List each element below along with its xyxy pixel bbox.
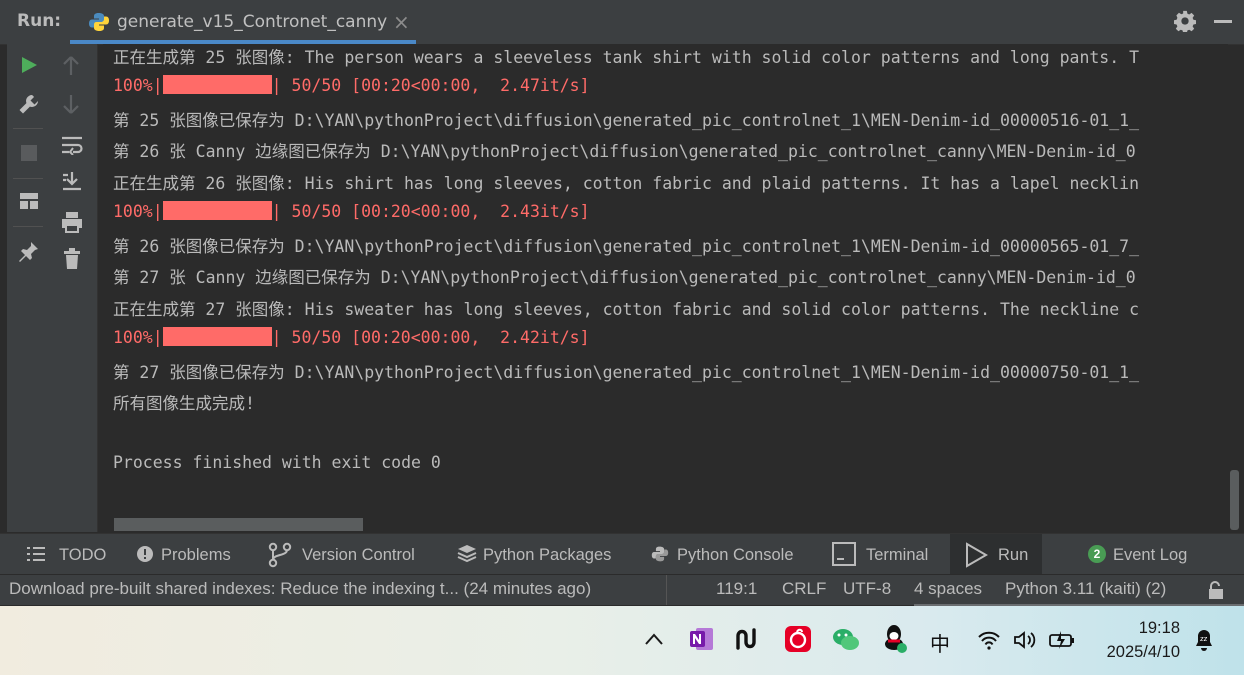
python-interpreter[interactable]: Python 3.11 (kaiti) (2): [1005, 579, 1166, 599]
progress-line: 100%| | 50/50 [00:20<00:00, 2.42it/s]: [113, 327, 590, 347]
tool-window-label: Event Log: [1113, 546, 1188, 564]
tool-window-label: TODO: [59, 546, 107, 564]
tool-window-label: Problems: [161, 546, 231, 564]
tool-window-label: Version Control: [302, 546, 415, 564]
tab-label: generate_v15_Contronet_canny: [117, 12, 388, 32]
packages-icon: [457, 545, 477, 563]
console-line: 正在生成第 25 张图像: The person wears a sleevel…: [113, 48, 1140, 67]
branch-icon: [268, 542, 292, 568]
tool-window-label: Terminal: [866, 546, 929, 564]
notification-bell-icon[interactable]: zz: [1193, 628, 1215, 652]
taskbar-date[interactable]: 2025/4/10: [1090, 643, 1180, 662]
battery-icon[interactable]: [1049, 630, 1075, 650]
terminal-icon: [832, 542, 856, 566]
toolbar-divider: [13, 128, 43, 129]
pin-icon[interactable]: [19, 241, 39, 263]
up-arrow-icon[interactable]: [62, 56, 80, 76]
console-line: Process finished with exit code 0: [113, 453, 441, 472]
horizontal-scrollbar[interactable]: [114, 518, 363, 531]
run-tool-header: Run: generate_v15_Contronet_canny ×: [0, 0, 1244, 45]
run-icon[interactable]: [20, 56, 38, 74]
lock-icon[interactable]: [1206, 580, 1226, 600]
gear-icon[interactable]: [1174, 10, 1196, 32]
console-line: 第 27 张图像已保存为 D:\YAN\pythonProject\diffus…: [113, 363, 1140, 382]
tool-window-label: Run: [998, 546, 1029, 564]
scroll-to-end-icon[interactable]: [61, 171, 83, 191]
stop-icon[interactable]: [21, 145, 37, 161]
tool-window-label: Python Console: [677, 546, 794, 564]
progress-percent: 100%|: [113, 202, 163, 221]
console-line: 第 26 张图像已保存为 D:\YAN\pythonProject\diffus…: [113, 237, 1140, 256]
windows-taskbar: 中 19:18 2025/4/10 zz: [0, 606, 1244, 675]
console-line: 第 26 张 Canny 边缘图已保存为 D:\YAN\pythonProjec…: [113, 142, 1136, 161]
progress-stats: | 50/50 [00:20<00:00, 2.47it/s]: [271, 76, 590, 95]
ime-indicator[interactable]: 中: [930, 628, 950, 657]
taskbar-time[interactable]: 19:18: [1090, 619, 1180, 638]
progress-bar: [162, 327, 272, 346]
toolbar-divider: [13, 226, 43, 227]
tool-window-terminal[interactable]: Terminal: [824, 534, 944, 574]
progress-percent: 100%|: [113, 328, 163, 347]
file-encoding[interactable]: UTF-8: [843, 579, 891, 599]
progress-stats: | 50/50 [00:20<00:00, 2.43it/s]: [271, 202, 590, 221]
soft-wrap-icon[interactable]: [61, 135, 83, 155]
problems-icon: [137, 546, 153, 562]
layout-icon[interactable]: [19, 192, 39, 210]
tool-window-problems[interactable]: Problems: [128, 534, 238, 574]
svg-text:zz: zz: [1200, 635, 1208, 643]
tool-window-label: Python Packages: [483, 546, 612, 564]
status-divider: [666, 575, 667, 605]
tool-window-todo[interactable]: TODO: [18, 534, 114, 574]
progress-line: 100%| | 50/50 [00:20<00:00, 2.47it/s]: [113, 75, 590, 95]
console-line: 正在生成第 26 张图像: His shirt has long sleeves…: [113, 174, 1140, 193]
down-arrow-icon[interactable]: [62, 94, 80, 114]
python-icon: [89, 13, 109, 31]
list-icon: [27, 547, 45, 561]
toolbar-divider: [13, 178, 43, 179]
tool-window-python-packages[interactable]: Python Packages: [450, 534, 626, 574]
line-separator[interactable]: CRLF: [782, 579, 826, 599]
vertical-scrollbar[interactable]: [1230, 470, 1239, 530]
wechat-icon[interactable]: [832, 627, 860, 653]
wifi-icon[interactable]: [977, 630, 1001, 650]
close-icon[interactable]: ×: [393, 10, 410, 34]
run-label: Run:: [17, 11, 62, 31]
print-icon[interactable]: [61, 211, 83, 233]
minimize-icon[interactable]: [1214, 20, 1232, 23]
caret-position[interactable]: 119:1: [716, 579, 757, 599]
run-actions-toolbar: [7, 44, 49, 532]
progress-percent: 100%|: [113, 76, 163, 95]
progress-line: 100%| | 50/50 [00:20<00:00, 2.43it/s]: [113, 201, 590, 221]
tool-window-bar: TODO Problems Version Control Python Pac…: [0, 533, 1244, 574]
notion-like-icon[interactable]: [736, 628, 762, 650]
python-icon: [651, 546, 669, 562]
console-output[interactable]: 正在生成第 25 张图像: The person wears a sleevel…: [103, 44, 1228, 532]
console-line: 所有图像生成完成!: [113, 394, 255, 413]
console-line: 第 25 张图像已保存为 D:\YAN\pythonProject\diffus…: [113, 111, 1140, 130]
tool-window-python-console[interactable]: Python Console: [644, 534, 810, 574]
progress-stats: | 50/50 [00:20<00:00, 2.42it/s]: [271, 328, 590, 347]
netease-music-icon[interactable]: [785, 626, 811, 652]
progress-bar: [162, 201, 272, 220]
volume-icon[interactable]: [1013, 630, 1037, 650]
tool-window-version-control[interactable]: Version Control: [258, 534, 430, 574]
indent-setting[interactable]: 4 spaces: [914, 579, 982, 599]
run-icon: [966, 542, 988, 568]
onenote-icon[interactable]: [689, 626, 715, 652]
event-log-badge: 2: [1088, 545, 1106, 563]
tool-window-run[interactable]: Run: [950, 534, 1042, 574]
console-line: 第 27 张 Canny 边缘图已保存为 D:\YAN\pythonProjec…: [113, 268, 1136, 287]
trash-icon[interactable]: [63, 248, 81, 270]
tool-window-event-log[interactable]: 2 Event Log: [1080, 534, 1220, 574]
status-message[interactable]: Download pre-built shared indexes: Reduc…: [9, 579, 666, 599]
console-actions-toolbar: [49, 44, 98, 532]
progress-bar: [162, 75, 272, 94]
wrench-icon[interactable]: [18, 93, 40, 115]
status-bar: Download pre-built shared indexes: Reduc…: [0, 574, 1244, 605]
console-line: 正在生成第 27 张图像: His sweater has long sleev…: [113, 300, 1140, 319]
ide-window: Run: generate_v15_Contronet_canny × 正在生成…: [0, 0, 1244, 606]
qq-icon[interactable]: [882, 624, 908, 654]
chevron-up-icon[interactable]: [645, 633, 663, 645]
